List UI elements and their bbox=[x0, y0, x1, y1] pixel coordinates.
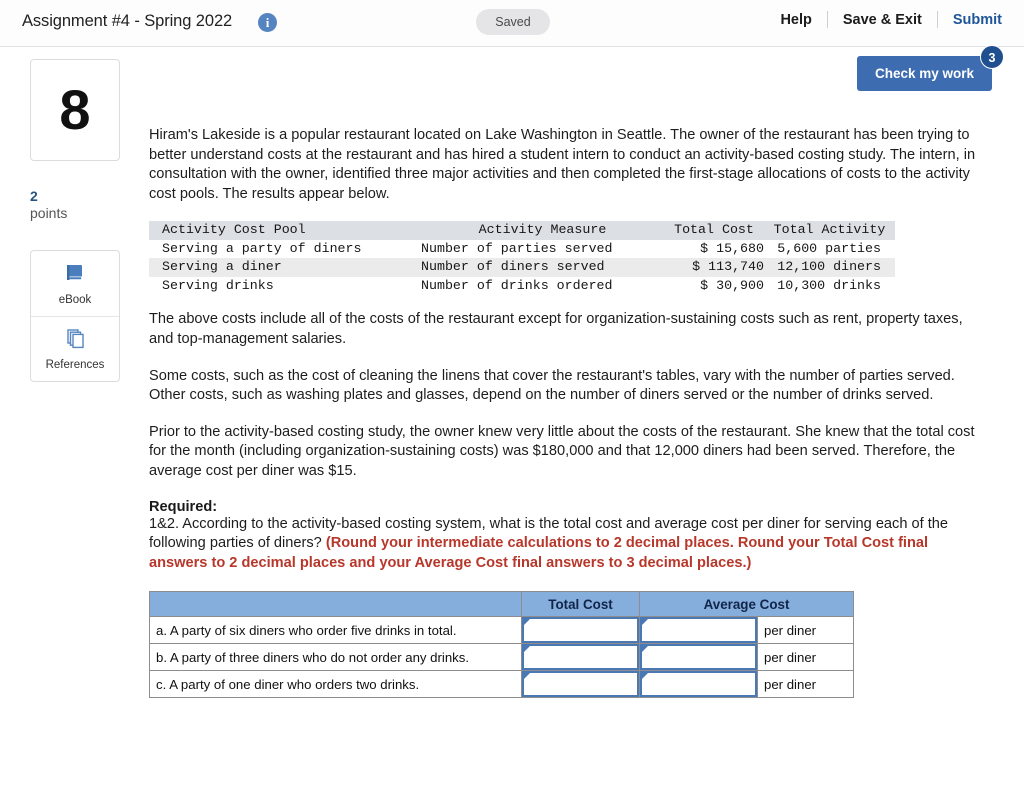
check-my-work-button[interactable]: Check my work bbox=[856, 56, 992, 91]
total-cost-input[interactable] bbox=[524, 619, 637, 642]
total-cost-input-box[interactable] bbox=[522, 671, 639, 698]
points-value: 2 bbox=[30, 188, 38, 204]
table-row: Serving a diner Number of diners served … bbox=[149, 258, 895, 277]
header-activity-cost-pool: Activity Cost Pool bbox=[162, 222, 306, 238]
cell-total-activity: 10,300 drinks bbox=[777, 277, 881, 293]
info-icon[interactable]: i bbox=[258, 13, 277, 32]
references-button[interactable]: References bbox=[31, 316, 119, 381]
variable-costs-paragraph: Some costs, such as the cost of cleaning… bbox=[149, 367, 955, 404]
header-blank bbox=[149, 591, 522, 618]
page-title: Assignment #4 - Spring 2022 bbox=[22, 12, 233, 30]
cell-total-cost: $ 15,680 bbox=[700, 240, 764, 256]
book-icon bbox=[64, 262, 86, 289]
pages-icon bbox=[64, 327, 86, 354]
prior-study-paragraph: Prior to the activity-based costing stud… bbox=[149, 423, 975, 479]
average-cost-input-box[interactable] bbox=[640, 617, 757, 644]
table-header-row: Activity Cost Pool Activity Measure Tota… bbox=[149, 221, 895, 240]
ebook-label: eBook bbox=[58, 293, 92, 306]
average-cost-input[interactable] bbox=[642, 646, 755, 669]
table-row: b. A party of three diners who do not or… bbox=[149, 643, 854, 672]
question-number-box: 8 bbox=[30, 59, 120, 161]
intro-paragraph: Hiram's Lakeside is a popular restaurant… bbox=[149, 127, 976, 202]
header-total-cost: Total Cost bbox=[674, 222, 754, 238]
total-cost-input-box[interactable] bbox=[522, 644, 639, 671]
header-activity-measure: Activity Measure bbox=[478, 222, 607, 238]
check-my-work-count-badge: 3 bbox=[980, 45, 1004, 69]
question-number: 8 bbox=[59, 78, 91, 141]
average-cost-cell[interactable] bbox=[639, 670, 758, 699]
unit-label: per diner bbox=[757, 616, 854, 645]
total-cost-input-box[interactable] bbox=[522, 617, 639, 644]
table-row: Serving a party of diners Number of part… bbox=[149, 240, 895, 259]
table-row: c. A party of one diner who orders two d… bbox=[149, 670, 854, 699]
question-content: Hiram's Lakeside is a popular restaurant… bbox=[149, 126, 989, 699]
cell-measure: Number of drinks ordered bbox=[421, 277, 613, 293]
average-cost-input[interactable] bbox=[642, 619, 755, 642]
unit-label: per diner bbox=[757, 670, 854, 699]
cell-pool: Serving a party of diners bbox=[162, 240, 362, 256]
table-row: Serving drinks Number of drinks ordered … bbox=[149, 277, 895, 296]
cell-total-cost: $ 30,900 bbox=[700, 277, 764, 293]
question-rail: 8 2 points eBook References bbox=[30, 59, 120, 382]
references-label: References bbox=[45, 359, 105, 371]
average-cost-input-box[interactable] bbox=[640, 671, 757, 698]
unit-label: per diner bbox=[757, 643, 854, 672]
required-heading: Required: bbox=[149, 498, 218, 515]
header-total-activity: Total Activity bbox=[773, 222, 886, 238]
total-cost-input[interactable] bbox=[524, 673, 637, 696]
header-average-cost: Average Cost bbox=[639, 591, 854, 618]
save-and-exit-button[interactable]: Save & Exit bbox=[828, 12, 937, 28]
total-cost-cell[interactable] bbox=[521, 616, 640, 645]
total-cost-input[interactable] bbox=[524, 646, 637, 669]
average-cost-cell[interactable] bbox=[639, 643, 758, 672]
row-description: b. A party of three diners who do not or… bbox=[149, 643, 522, 672]
header-total-cost: Total Cost bbox=[521, 591, 640, 618]
average-cost-input-box[interactable] bbox=[640, 644, 757, 671]
cell-pool: Serving drinks bbox=[162, 277, 274, 293]
average-cost-input[interactable] bbox=[642, 673, 755, 696]
points-label: points bbox=[30, 205, 68, 221]
cell-total-activity: 5,600 parties bbox=[777, 240, 881, 256]
cell-total-cost: $ 113,740 bbox=[692, 259, 764, 275]
cell-measure: Number of diners served bbox=[421, 259, 605, 275]
submit-button[interactable]: Submit bbox=[938, 12, 1002, 28]
table-row: a. A party of six diners who order five … bbox=[149, 616, 854, 645]
status-badge: Saved bbox=[476, 9, 550, 35]
costs-note-paragraph: The above costs include all of the costs… bbox=[149, 311, 963, 347]
help-button[interactable]: Help bbox=[765, 12, 826, 28]
total-cost-cell[interactable] bbox=[521, 670, 640, 699]
top-bar: Assignment #4 - Spring 2022 i Saved Help… bbox=[0, 0, 1024, 47]
check-my-work-container: Check my work 3 bbox=[856, 45, 1004, 91]
row-description: a. A party of six diners who order five … bbox=[149, 616, 522, 645]
answer-table: Total Cost Average Cost a. A party of si… bbox=[149, 591, 854, 699]
answer-table-header-row: Total Cost Average Cost bbox=[149, 591, 854, 618]
header-actions: Help Save & Exit Submit bbox=[765, 11, 1002, 28]
ebook-button[interactable]: eBook bbox=[31, 251, 119, 316]
average-cost-cell[interactable] bbox=[639, 616, 758, 645]
total-cost-cell[interactable] bbox=[521, 643, 640, 672]
question-prompt: 1&2. According to the activity-based cos… bbox=[149, 515, 989, 574]
cell-total-activity: 12,100 diners bbox=[777, 259, 881, 275]
cell-measure: Number of parties served bbox=[421, 240, 613, 256]
cell-pool: Serving a diner bbox=[162, 259, 282, 275]
row-description: c. A party of one diner who orders two d… bbox=[149, 670, 522, 699]
tool-panel: eBook References bbox=[30, 250, 120, 382]
cost-pool-table: Activity Cost Pool Activity Measure Tota… bbox=[149, 221, 895, 295]
